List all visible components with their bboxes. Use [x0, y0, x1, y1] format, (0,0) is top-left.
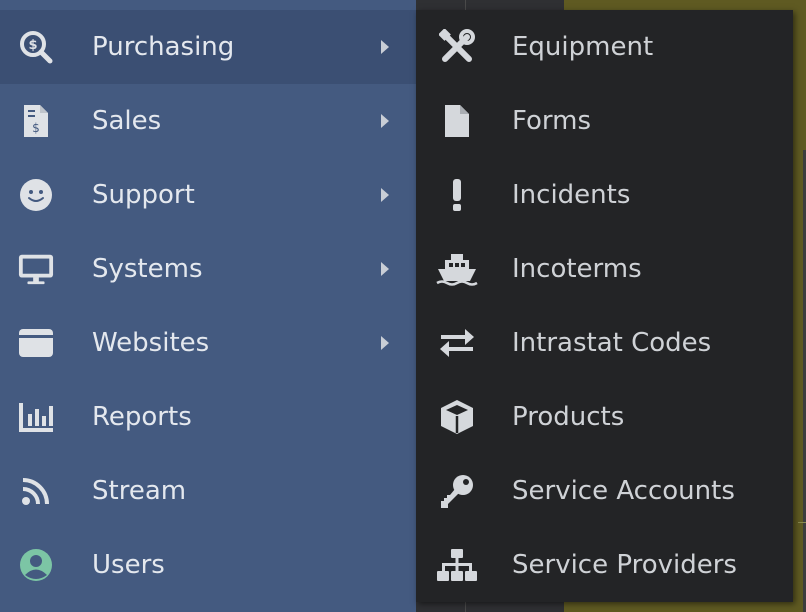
chevron-right-icon [378, 111, 392, 131]
sidebar-item-sales[interactable]: $ Sales [0, 84, 416, 158]
chevron-right-icon [378, 185, 392, 205]
sidebar-item-users[interactable]: Users [0, 528, 416, 602]
ship-icon [436, 249, 478, 289]
submenu-item-incoterms[interactable]: Incoterms [416, 232, 793, 306]
window-icon [18, 325, 54, 361]
chevron-right-icon [378, 333, 392, 353]
chevron-right-icon [378, 259, 392, 279]
sidebar-menu: $ Purchasing $ Sales Support Systems Web… [0, 0, 416, 612]
box-icon [436, 397, 478, 437]
sidebar-item-label: Stream [92, 476, 187, 506]
submenu-item-label: Forms [512, 106, 592, 136]
submenu-item-label: Products [512, 402, 625, 432]
desktop-icon [18, 251, 54, 287]
submenu-item-service-providers[interactable]: Service Providers [416, 528, 793, 602]
svg-text:$: $ [28, 38, 37, 53]
sidebar-item-purchasing[interactable]: $ Purchasing [0, 10, 416, 84]
user-circle-icon [18, 547, 54, 583]
sidebar-item-label: Websites [92, 328, 210, 358]
sitemap-icon [436, 545, 478, 585]
sidebar-item-systems[interactable]: Systems [0, 232, 416, 306]
file-icon [436, 101, 478, 141]
submenu-item-intrastat-codes[interactable]: Intrastat Codes [416, 306, 793, 380]
rss-icon [18, 473, 54, 509]
sidebar-item-label: Sales [92, 106, 162, 136]
submenu-item-label: Intrastat Codes [512, 328, 712, 358]
submenu-item-label: Incoterms [512, 254, 642, 284]
sidebar-item-label: Purchasing [92, 32, 235, 62]
sidebar-item-label: Users [92, 550, 165, 580]
submenu-item-label: Service Providers [512, 550, 737, 580]
submenu-item-products[interactable]: Products [416, 380, 793, 454]
invoice-dollar-icon: $ [18, 103, 54, 139]
submenu-item-incidents[interactable]: Incidents [416, 158, 793, 232]
smile-icon [18, 177, 54, 213]
sidebar-item-websites[interactable]: Websites [0, 306, 416, 380]
submenu-item-label: Equipment [512, 32, 654, 62]
sidebar-item-label: Systems [92, 254, 203, 284]
sidebar-item-label: Reports [92, 402, 192, 432]
submenu-item-equipment[interactable]: Equipment [416, 10, 793, 84]
key-icon [436, 471, 478, 511]
chevron-right-icon [378, 37, 392, 57]
sidebar-item-reports[interactable]: Reports [0, 380, 416, 454]
svg-text:$: $ [32, 121, 40, 135]
search-dollar-icon: $ [18, 29, 54, 65]
sidebar-item-stream[interactable]: Stream [0, 454, 416, 528]
submenu-item-service-accounts[interactable]: Service Accounts [416, 454, 793, 528]
exclamation-icon [436, 175, 478, 215]
sidebar-item-label: Support [92, 180, 195, 210]
purchasing-submenu: Equipment Forms Incidents Incoterms Intr… [416, 10, 793, 602]
tools-icon [436, 27, 478, 67]
exchange-icon [436, 323, 478, 363]
bar-chart-icon [18, 399, 54, 435]
submenu-item-label: Service Accounts [512, 476, 735, 506]
sidebar-item-support[interactable]: Support [0, 158, 416, 232]
submenu-item-forms[interactable]: Forms [416, 84, 793, 158]
submenu-item-label: Incidents [512, 180, 631, 210]
background-line [798, 522, 806, 523]
